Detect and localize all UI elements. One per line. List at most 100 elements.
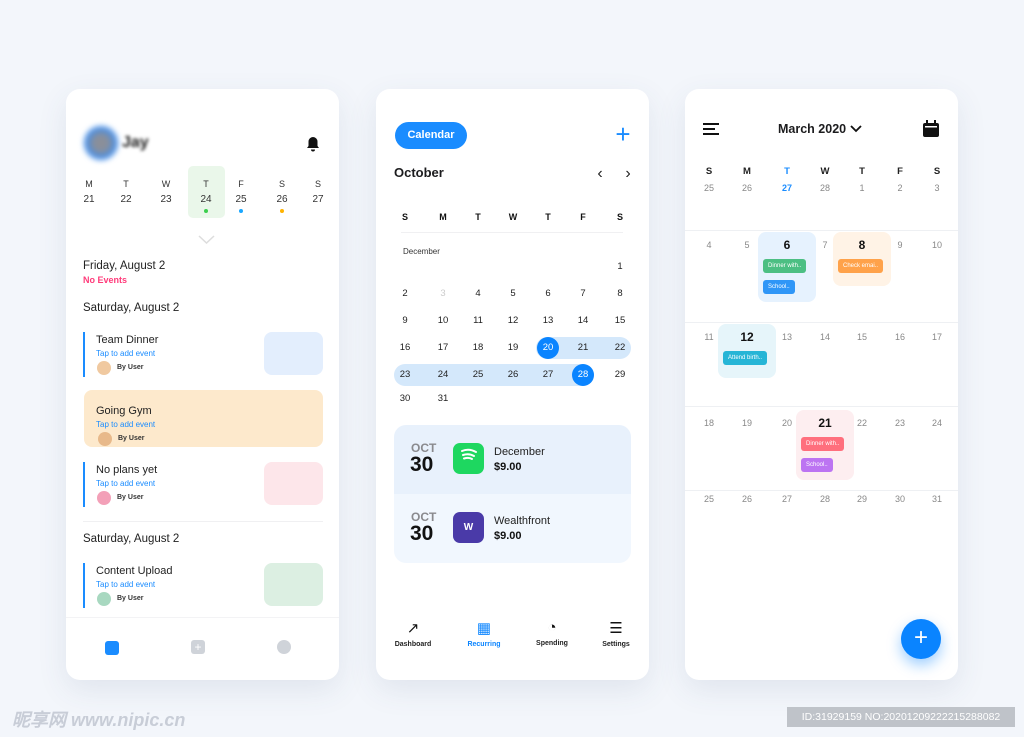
calendar-day[interactable]: 13 (537, 310, 559, 332)
day-number[interactable]: 6 (784, 238, 791, 252)
calendar-day[interactable]: 16 (394, 337, 416, 359)
day-number[interactable]: 25 (235, 194, 246, 205)
calendar-day[interactable]: 20 (537, 337, 559, 359)
day-number[interactable]: 23 (895, 418, 905, 428)
calendar-day[interactable]: 24 (432, 364, 454, 386)
calendar-day[interactable]: 19 (502, 337, 524, 359)
chevron-down-icon[interactable] (198, 235, 215, 244)
day-number[interactable]: 17 (932, 332, 942, 342)
calendar-day[interactable]: 17 (432, 337, 454, 359)
day-number[interactable]: 22 (120, 194, 131, 205)
calendar-day[interactable]: 29 (609, 364, 631, 386)
day-number[interactable]: 8 (859, 238, 866, 252)
calendar-day[interactable]: 26 (502, 364, 524, 386)
event-chip[interactable]: School.. (801, 458, 833, 472)
day-number[interactable]: 13 (782, 332, 792, 342)
day-number[interactable]: 21 (83, 194, 94, 205)
chevron-left-icon[interactable]: ‹ (597, 165, 602, 183)
menu-icon[interactable] (703, 123, 719, 135)
calendar-day[interactable]: 22 (609, 337, 631, 359)
add-event-link[interactable]: Tap to add event (96, 580, 155, 589)
day-number[interactable]: 19 (742, 418, 752, 428)
bell-icon[interactable] (306, 136, 320, 152)
calendar-button[interactable]: Calendar (395, 122, 467, 149)
day-number[interactable]: 23 (160, 194, 171, 205)
day-number[interactable]: 29 (857, 494, 867, 504)
day-number[interactable]: 12 (740, 330, 753, 344)
day-number[interactable]: 15 (857, 332, 867, 342)
calendar-day[interactable]: 1 (609, 256, 631, 278)
calendar-day[interactable]: 27 (537, 364, 559, 386)
day-number[interactable]: 27 (312, 194, 323, 205)
calendar-icon[interactable] (922, 120, 940, 138)
day-number[interactable]: 24 (200, 194, 211, 205)
event-chip[interactable]: School.. (763, 280, 795, 294)
calendar-day[interactable]: 25 (467, 364, 489, 386)
day-number[interactable]: 31 (932, 494, 942, 504)
day-number[interactable]: 14 (820, 332, 830, 342)
day-number[interactable]: 18 (704, 418, 714, 428)
event-item[interactable]: Content Upload Tap to add event By User (83, 563, 323, 608)
event-chip[interactable]: Check emai.. (838, 259, 884, 273)
add-event-link[interactable]: Tap to add event (96, 420, 155, 429)
event-item[interactable]: Going Gym Tap to add event By User (84, 390, 323, 447)
calendar-day[interactable]: 7 (572, 283, 594, 305)
event-chip[interactable]: Dinner with.. (763, 259, 807, 273)
calendar-day[interactable]: 11 (467, 310, 489, 332)
day-number[interactable]: 22 (857, 418, 867, 428)
nav-settings[interactable]: ☰ Settings (602, 619, 630, 648)
day-number[interactable]: 30 (895, 494, 905, 504)
nav-dashboard[interactable]: ↗ Dashboard (395, 619, 432, 648)
avatar[interactable] (84, 126, 118, 160)
day-number[interactable]: 5 (744, 240, 749, 250)
calendar-day[interactable]: 23 (394, 364, 416, 386)
bill-item[interactable]: OCT 30 December $9.00 (394, 425, 631, 494)
calendar-day[interactable]: 15 (609, 310, 631, 332)
day-number[interactable]: 11 (704, 332, 713, 342)
day-number[interactable]: 7 (822, 240, 827, 250)
add-square-icon[interactable]: + (191, 640, 205, 654)
add-event-link[interactable]: Tap to add event (96, 349, 155, 358)
calendar-day[interactable]: 5 (502, 283, 524, 305)
day-number[interactable]: 26 (742, 494, 752, 504)
day-number[interactable]: 26 (276, 194, 287, 205)
day-number[interactable]: 25 (704, 183, 714, 193)
event-item[interactable]: Team Dinner Tap to add event By User (83, 332, 323, 377)
calendar-day[interactable]: 10 (432, 310, 454, 332)
calendar-day[interactable]: 4 (467, 283, 489, 305)
day-number[interactable]: 27 (782, 494, 792, 504)
day-number[interactable]: 27 (782, 183, 792, 193)
event-chip[interactable]: Dinner with.. (801, 437, 845, 451)
chevron-right-icon[interactable]: › (625, 165, 630, 183)
calendar-day[interactable]: 3 (432, 283, 454, 305)
event-item[interactable]: No plans yet Tap to add event By User (83, 462, 323, 507)
nav-recurring[interactable]: ▦ Recurring (467, 619, 500, 648)
add-event-link[interactable]: Tap to add event (96, 479, 155, 488)
day-number[interactable]: 1 (859, 183, 864, 193)
day-number[interactable]: 20 (782, 418, 792, 428)
day-number[interactable]: 10 (932, 240, 942, 250)
compass-icon[interactable] (277, 640, 291, 654)
calendar-day[interactable]: 12 (502, 310, 524, 332)
calendar-day[interactable]: 31 (432, 388, 454, 410)
calendar-day[interactable]: 9 (394, 310, 416, 332)
add-icon[interactable]: + (615, 119, 630, 150)
add-event-fab[interactable]: + (901, 619, 941, 659)
calendar-day[interactable]: 14 (572, 310, 594, 332)
day-number[interactable]: 16 (895, 332, 905, 342)
day-number[interactable]: 4 (706, 240, 711, 250)
calendar-day[interactable]: 18 (467, 337, 489, 359)
day-number[interactable]: 9 (897, 240, 902, 250)
day-number[interactable]: 28 (820, 183, 830, 193)
calendar-day[interactable]: 21 (572, 337, 594, 359)
month-selector[interactable]: March 2020 (778, 122, 862, 136)
nav-spending[interactable]: ◔ Spending (536, 619, 568, 647)
day-number[interactable]: 25 (704, 494, 714, 504)
calendar-day[interactable]: 8 (609, 283, 631, 305)
day-number[interactable]: 24 (932, 418, 942, 428)
day-number[interactable]: 21 (818, 416, 831, 430)
calendar-day[interactable]: 28 (572, 364, 594, 386)
bill-item[interactable]: OCT 30 W Wealthfront $9.00 (394, 494, 631, 563)
day-number[interactable]: 26 (742, 183, 752, 193)
day-number[interactable]: 3 (934, 183, 939, 193)
